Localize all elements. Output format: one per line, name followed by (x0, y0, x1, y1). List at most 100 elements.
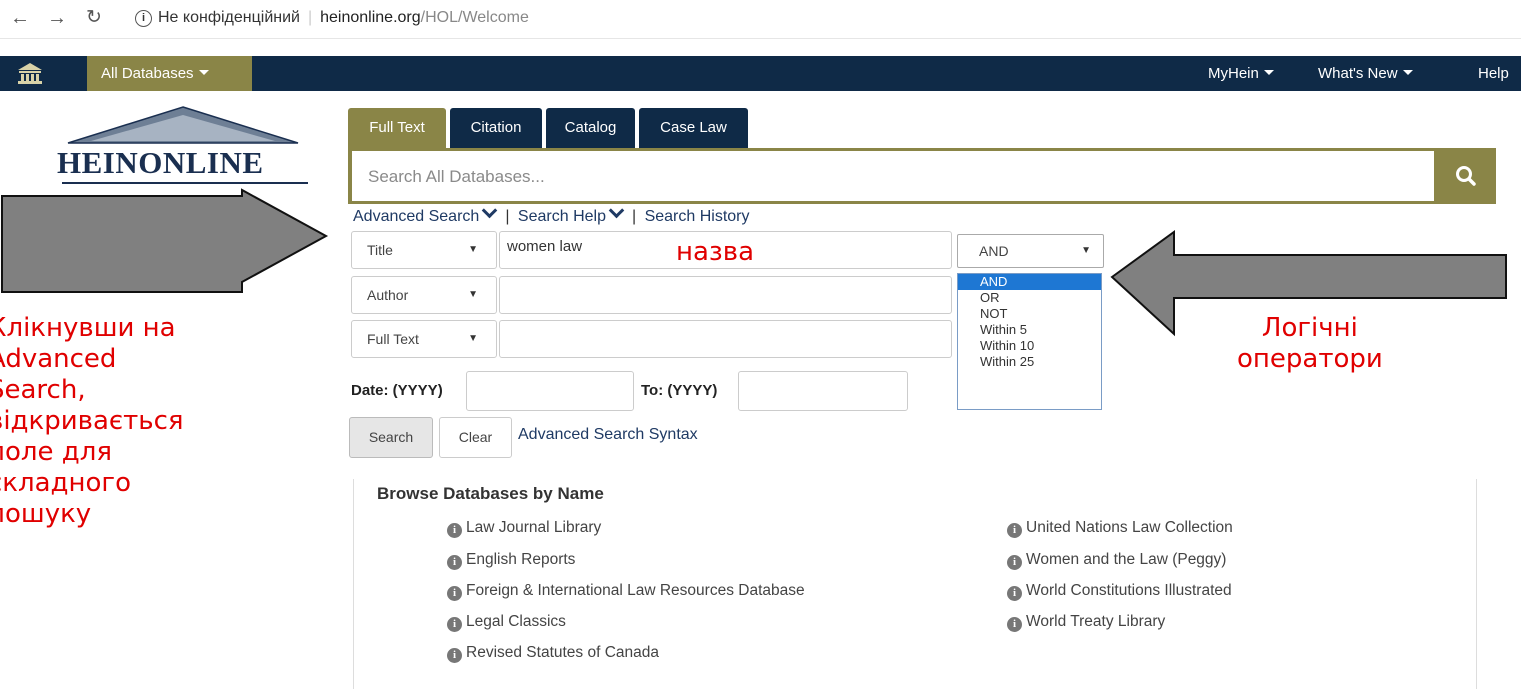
database-link[interactable]: i English Reports (447, 550, 575, 570)
help-label: Help (1478, 65, 1509, 82)
annotation-arrow-right-icon (1, 188, 329, 293)
database-link-label: Foreign & International Law Resources Da… (466, 582, 805, 599)
field-select-value: Full Text (367, 331, 419, 347)
help-menu[interactable]: Help (1478, 56, 1509, 91)
tab-citation[interactable]: Citation (450, 108, 542, 150)
database-link-label: Revised Statutes of Canada (466, 644, 660, 661)
search-help-link[interactable]: Search Help (518, 208, 606, 225)
tab-case-law[interactable]: Case Law (639, 108, 748, 150)
database-link-label: World Treaty Library (1026, 613, 1166, 630)
info-icon[interactable]: i (447, 648, 462, 663)
info-icon[interactable]: i (1007, 555, 1022, 570)
dropdown-arrow-icon: ▼ (1081, 245, 1091, 256)
operator-option[interactable]: AND (958, 274, 1101, 290)
info-icon[interactable]: i (135, 10, 152, 27)
field-select-value: Author (367, 287, 409, 303)
operator-option[interactable]: OR (958, 290, 1101, 306)
caret-down-icon (198, 70, 209, 75)
dropdown-arrow-icon: ▼ (468, 244, 478, 255)
info-icon[interactable]: i (1007, 617, 1022, 632)
caret-down-icon (1402, 70, 1413, 75)
operator-select-value: AND (979, 243, 1009, 259)
operator-select[interactable]: AND ▼ (957, 234, 1104, 268)
myhein-menu[interactable]: MyHein (1208, 56, 1274, 91)
address-bar[interactable]: i Не конфіденційний | heinonline.org/HOL/We… (135, 6, 529, 30)
whats-new-menu[interactable]: What's New (1318, 56, 1413, 91)
url-path: /HOL/Welcome (420, 9, 529, 26)
database-link-label: Women and the Law (Peggy) (1026, 551, 1227, 568)
search-history-link[interactable]: Search History (645, 208, 750, 225)
operator-dropdown-list: AND OR NOT Within 5 Within 10 Within 25 (957, 273, 1102, 410)
advanced-search-link[interactable]: Advanced Search (353, 208, 479, 225)
date-from-label: Date: (YYYY) (351, 382, 443, 399)
annotation-logical-operators-note: Логічні оператори (1237, 313, 1383, 374)
whats-new-label: What's New (1318, 65, 1398, 82)
chevron-down-icon[interactable] (482, 202, 498, 219)
logo-underline (62, 182, 308, 184)
database-link[interactable]: i World Constitutions Illustrated (1007, 581, 1232, 601)
term-input-2[interactable] (499, 276, 952, 314)
tab-catalog[interactable]: Catalog (546, 108, 635, 150)
info-icon[interactable]: i (1007, 523, 1022, 538)
privacy-label: Не конфіденційний (158, 9, 300, 26)
operator-option[interactable]: NOT (958, 306, 1101, 322)
field-select-value: Title (367, 242, 393, 258)
browser-toolbar: ← → ↻ i Не конфіденційний | heinonline.org/… (0, 0, 1521, 39)
database-link-label: Law Journal Library (466, 519, 602, 536)
database-link-label: World Constitutions Illustrated (1026, 582, 1232, 599)
term-input-value: women law (507, 238, 583, 255)
chevron-down-icon[interactable] (608, 202, 625, 219)
search-button[interactable] (1434, 148, 1496, 204)
dropdown-arrow-icon: ▼ (468, 333, 478, 344)
database-link[interactable]: i United Nations Law Collection (1007, 518, 1233, 538)
term-input-3[interactable] (499, 320, 952, 358)
browse-databases-title: Browse Databases by Name (377, 484, 604, 503)
field-select-2[interactable]: Author ▼ (351, 276, 497, 314)
database-link-label: United Nations Law Collection (1026, 519, 1233, 536)
database-link[interactable]: i Foreign & International Law Resources D… (447, 581, 805, 601)
search-icon (1456, 166, 1476, 186)
date-to-label: To: (YYYY) (641, 382, 718, 399)
field-select-3[interactable]: Full Text ▼ (351, 320, 497, 358)
annotation-title-label: назва (676, 237, 755, 267)
info-icon[interactable]: i (447, 586, 462, 601)
search-input[interactable] (352, 153, 1448, 200)
date-from-input[interactable] (466, 371, 634, 411)
clear-button[interactable]: Clear (439, 417, 512, 458)
back-arrow-icon[interactable]: ← (10, 6, 30, 30)
operator-option[interactable]: Within 25 (958, 354, 1101, 370)
database-link-label: English Reports (466, 551, 576, 568)
url-host: heinonline.org (320, 9, 421, 26)
search-links-row: Advanced Search | Search Help | Search His… (353, 202, 750, 226)
tab-full-text[interactable]: Full Text (348, 108, 446, 150)
link-separator: | (505, 208, 510, 225)
heinonline-logo-roof-icon (67, 106, 299, 144)
database-link[interactable]: i Revised Statutes of Canada (447, 643, 659, 663)
reload-icon[interactable]: ↻ (86, 6, 102, 30)
myhein-label: MyHein (1208, 65, 1259, 82)
operator-option[interactable]: Within 5 (958, 322, 1101, 338)
info-icon[interactable]: i (447, 523, 462, 538)
database-link[interactable]: i Women and the Law (Peggy) (1007, 550, 1226, 570)
advanced-search-syntax-link[interactable]: Advanced Search Syntax (518, 426, 698, 444)
heinonline-logo[interactable]: HEINONLINE (57, 145, 264, 181)
forward-arrow-icon[interactable]: → (47, 6, 67, 30)
dropdown-arrow-icon: ▼ (468, 289, 478, 300)
home-building-icon[interactable] (17, 62, 43, 84)
all-databases-label: All Databases (101, 65, 194, 82)
link-separator: | (631, 208, 637, 225)
info-icon[interactable]: i (447, 555, 462, 570)
database-link[interactable]: i Law Journal Library (447, 518, 601, 538)
field-select-1[interactable]: Title ▼ (351, 231, 497, 269)
database-link[interactable]: i World Treaty Library (1007, 612, 1165, 632)
info-icon[interactable]: i (1007, 586, 1022, 601)
date-to-input[interactable] (738, 371, 908, 411)
annotation-advanced-search-note: Клікнувши на Advanced Search, відкриваєт… (0, 313, 184, 529)
all-databases-dropdown[interactable]: All Databases (87, 56, 252, 91)
info-icon[interactable]: i (447, 617, 462, 632)
operator-option[interactable]: Within 10 (958, 338, 1101, 354)
database-link-label: Legal Classics (466, 613, 566, 630)
url-separator: | (307, 9, 313, 26)
database-link[interactable]: i Legal Classics (447, 612, 566, 632)
advanced-search-button[interactable]: Search (349, 417, 433, 458)
